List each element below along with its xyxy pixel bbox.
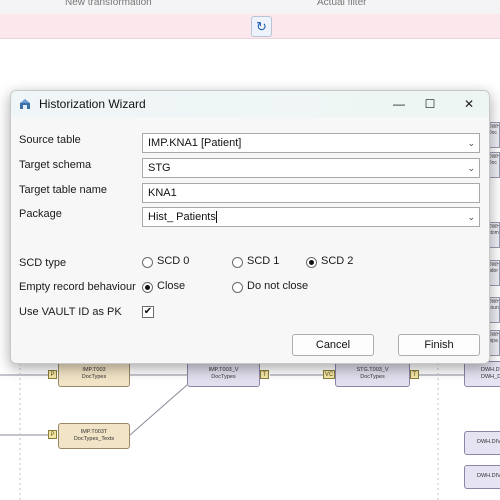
port-vc[interactable]: VC xyxy=(323,370,335,379)
chevron-down-icon: ⌄ xyxy=(467,163,475,173)
close-radio[interactable] xyxy=(142,282,153,293)
maximize-icon: ☐ xyxy=(424,97,436,111)
target-schema-label: Target schema xyxy=(19,159,92,171)
close-label: Close xyxy=(157,280,186,292)
minimize-icon: — xyxy=(393,97,405,111)
do-not-close-radio[interactable] xyxy=(232,282,243,293)
source-table-value: IMP.KNA1 [Patient] xyxy=(148,137,242,149)
grid-header: New transformation Actual filter xyxy=(0,0,500,15)
column-header-actual-filter: Actual filter xyxy=(317,0,367,8)
empty-record-label: Empty record behaviour xyxy=(19,281,136,293)
scd-type-label: SCD type xyxy=(19,257,67,269)
node-imp-t003t[interactable]: IMP.T003T DocTypes_Texts xyxy=(58,423,130,449)
target-table-name-label: Target table name xyxy=(19,184,108,196)
scd-2-radio[interactable] xyxy=(306,257,317,268)
source-table-dropdown[interactable]: IMP.KNA1 [Patient] ⌄ xyxy=(142,133,480,153)
close-icon: ✕ xyxy=(463,97,475,111)
port-t[interactable]: T xyxy=(260,370,269,379)
do-not-close-label: Do not close xyxy=(247,280,309,292)
close-button[interactable]: ✕ xyxy=(451,91,487,117)
port-t[interactable]: T xyxy=(410,370,419,379)
node-dwh-right[interactable]: DWH.DW DWH_Do xyxy=(464,361,500,387)
finish-button[interactable]: Finish xyxy=(398,334,480,356)
node-dwh-bottom-2[interactable]: DWH.DIV xyxy=(464,465,500,489)
source-table-label: Source table xyxy=(19,134,81,146)
vault-id-label: Use VAULT ID as PK xyxy=(19,306,122,318)
target-table-name-input[interactable]: KNA1 xyxy=(142,183,480,203)
target-table-name-value: KNA1 xyxy=(148,187,177,199)
scd-0-label: SCD 0 xyxy=(157,255,190,267)
chevron-down-icon: ⌄ xyxy=(467,138,475,148)
chevron-down-icon: ⌄ xyxy=(467,212,475,222)
package-value: Hist_ Patients xyxy=(148,211,216,223)
node-imp-t003-v[interactable]: IMP.T003_V DocTypes xyxy=(187,361,260,387)
port-p[interactable]: P xyxy=(48,430,57,439)
vault-id-checkbox[interactable]: ✔ xyxy=(142,306,154,318)
node-stg-t003-v[interactable]: STG.T003_V DocTypes xyxy=(335,361,410,387)
historization-wizard-dialog: Historization Wizard — ☐ ✕ Source table … xyxy=(10,90,490,364)
port-p[interactable]: P xyxy=(48,370,57,379)
column-header-new-transformation: New transformation xyxy=(65,0,152,8)
cancel-button[interactable]: Cancel xyxy=(292,334,374,356)
package-label: Package xyxy=(19,208,62,220)
target-schema-dropdown[interactable]: STG ⌄ xyxy=(142,158,480,178)
package-combobox[interactable]: Hist_ Patients ⌄ xyxy=(142,207,480,227)
refresh-icon: ↻ xyxy=(256,19,267,34)
scd-1-radio[interactable] xyxy=(232,257,243,268)
scd-2-label: SCD 2 xyxy=(321,255,354,267)
refresh-button[interactable]: ↻ xyxy=(251,16,272,37)
app-icon xyxy=(20,99,30,109)
scd-0-radio[interactable] xyxy=(142,257,153,268)
text-cursor xyxy=(215,211,217,224)
node-imp-t003[interactable]: IMP.T003 DocTypes xyxy=(58,361,130,387)
maximize-button[interactable]: ☐ xyxy=(412,91,448,117)
node-dwh-bottom-1[interactable]: DWH.DIV xyxy=(464,431,500,455)
filter-row xyxy=(0,14,500,39)
scd-1-label: SCD 1 xyxy=(247,255,280,267)
target-schema-value: STG xyxy=(148,162,171,174)
title-bar[interactable]: Historization Wizard — ☐ ✕ xyxy=(11,91,489,117)
dialog-title: Historization Wizard xyxy=(39,97,146,111)
